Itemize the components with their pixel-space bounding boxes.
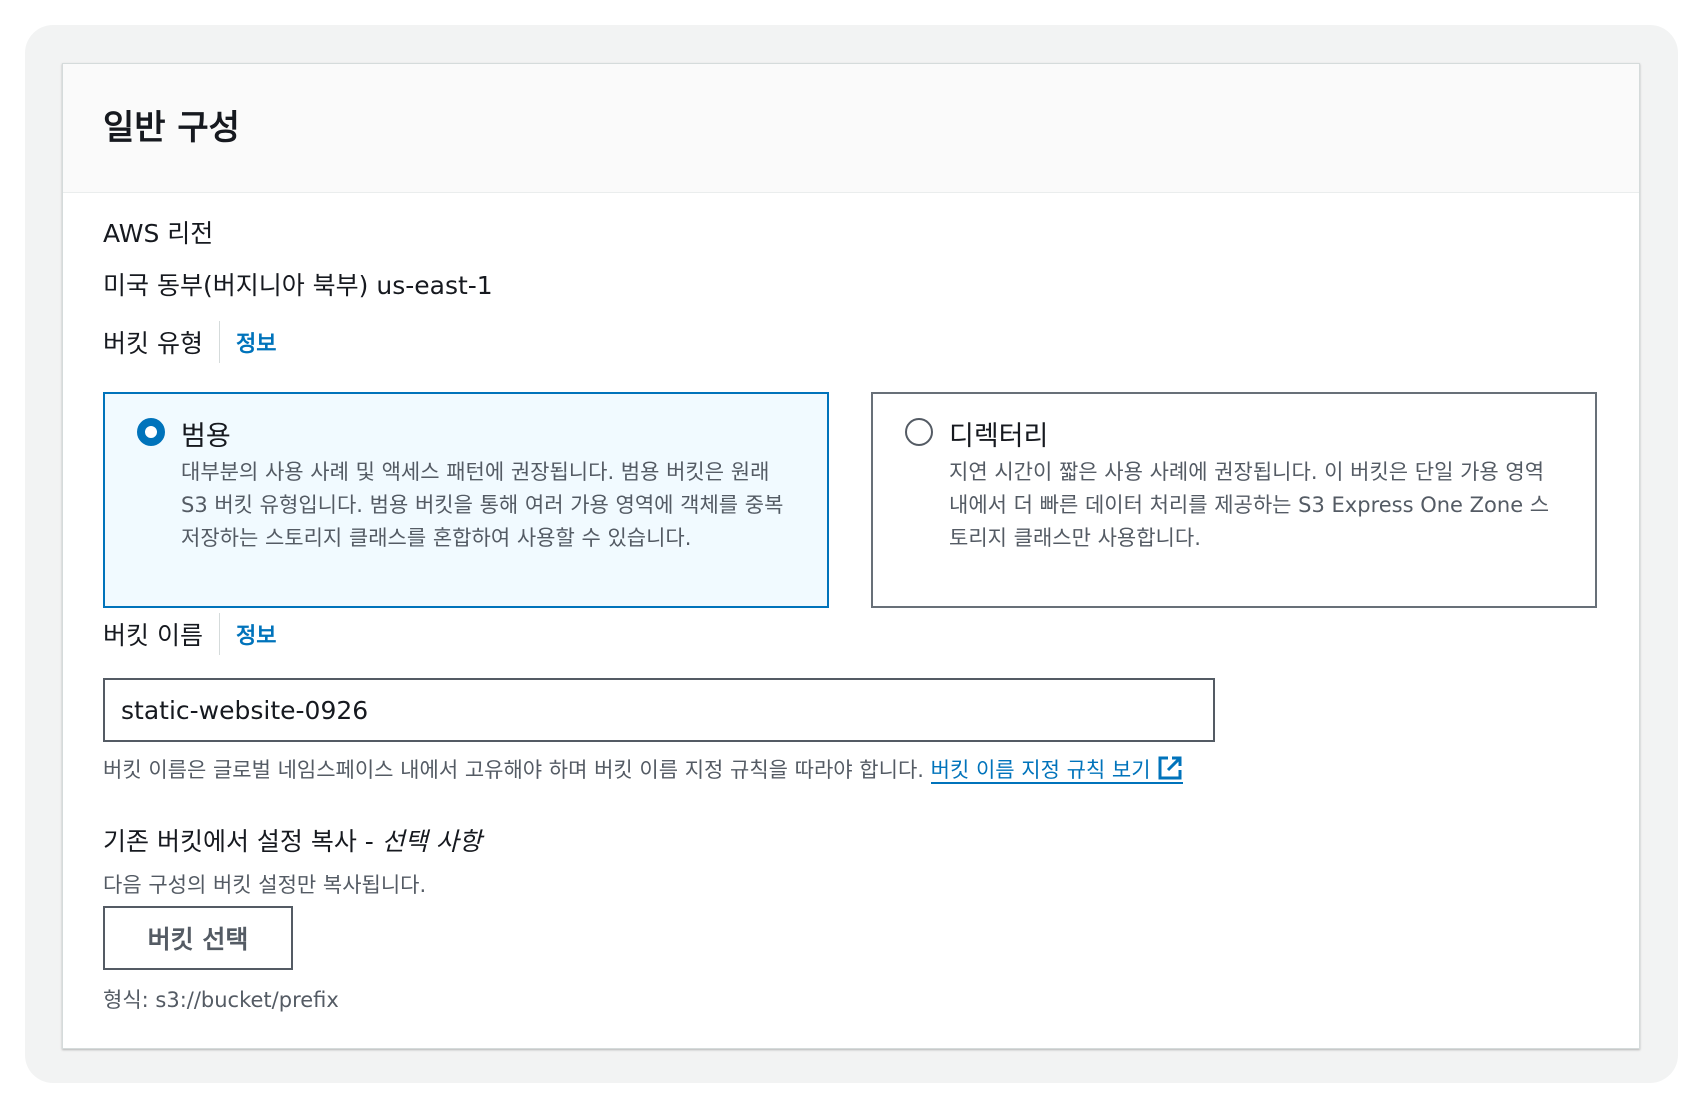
format-hint: 형식: s3://bucket/prefix bbox=[103, 988, 339, 1012]
option-title-directory: 디렉터리 bbox=[949, 421, 1049, 452]
copy-settings-description: 다음 구성의 버킷 설정만 복사됩니다. bbox=[103, 873, 427, 897]
bucket-type-option-directory[interactable]: 디렉터리 지연 시간이 짧은 사용 사례에 권장됩니다. 이 버킷은 단일 가용… bbox=[871, 392, 1597, 608]
option-description-directory: 지연 시간이 짧은 사용 사례에 권장됩니다. 이 버킷은 단일 가용 영역 내… bbox=[949, 460, 1550, 550]
bucket-type-label-row: 버킷 유형 정보 bbox=[103, 320, 276, 364]
bucket-type-option-general-purpose[interactable]: 범용 대부분의 사용 사례 및 액세스 패턴에 권장됩니다. 범용 버킷은 원래… bbox=[103, 392, 829, 608]
option-description-general-purpose: 대부분의 사용 사례 및 액세스 패턴에 권장됩니다. 범용 버킷은 원래 S3… bbox=[181, 460, 784, 550]
bucket-name-label-row: 버킷 이름 정보 bbox=[103, 612, 276, 656]
bucket-type-label: 버킷 유형 bbox=[103, 329, 203, 358]
bucket-type-info-link[interactable]: 정보 bbox=[236, 326, 276, 358]
optional-indicator: 선택 사항 bbox=[381, 827, 482, 856]
copy-settings-label: 기존 버킷에서 설정 복사 - bbox=[103, 827, 374, 856]
radio-directory[interactable] bbox=[905, 418, 933, 446]
bucket-name-label: 버킷 이름 bbox=[103, 621, 203, 650]
choose-bucket-button[interactable]: 버킷 선택 bbox=[103, 906, 293, 970]
region-value: 미국 동부(버지니아 북부) us-east-1 bbox=[103, 271, 493, 300]
region-label: AWS 리전 bbox=[103, 219, 214, 248]
bucket-name-hint: 버킷 이름은 글로벌 네임스페이스 내에서 고유해야 하며 버킷 이름 지정 규… bbox=[103, 754, 1183, 784]
copy-settings-label-row: 기존 버킷에서 설정 복사 - 선택 사항 bbox=[103, 822, 482, 858]
label-divider bbox=[218, 321, 220, 363]
general-configuration-panel: 일반 구성 AWS 리전 미국 동부(버지니아 북부) us-east-1 버킷… bbox=[62, 63, 1640, 1049]
page-background: 일반 구성 AWS 리전 미국 동부(버지니아 북부) us-east-1 버킷… bbox=[25, 25, 1678, 1083]
bucket-name-input[interactable] bbox=[103, 678, 1215, 742]
naming-rules-link-label: 버킷 이름 지정 규칙 보기 bbox=[930, 758, 1151, 782]
panel-title: 일반 구성 bbox=[103, 108, 240, 148]
label-divider bbox=[218, 613, 220, 655]
radio-general-purpose[interactable] bbox=[137, 418, 165, 446]
bucket-name-hint-text: 버킷 이름은 글로벌 네임스페이스 내에서 고유해야 하며 버킷 이름 지정 규… bbox=[103, 758, 924, 782]
external-link-icon bbox=[1158, 756, 1182, 780]
option-title-general-purpose: 범용 bbox=[181, 421, 231, 452]
naming-rules-link[interactable]: 버킷 이름 지정 규칙 보기 bbox=[930, 756, 1183, 784]
bucket-name-info-link[interactable]: 정보 bbox=[236, 618, 276, 650]
panel-header: 일반 구성 bbox=[63, 64, 1639, 193]
